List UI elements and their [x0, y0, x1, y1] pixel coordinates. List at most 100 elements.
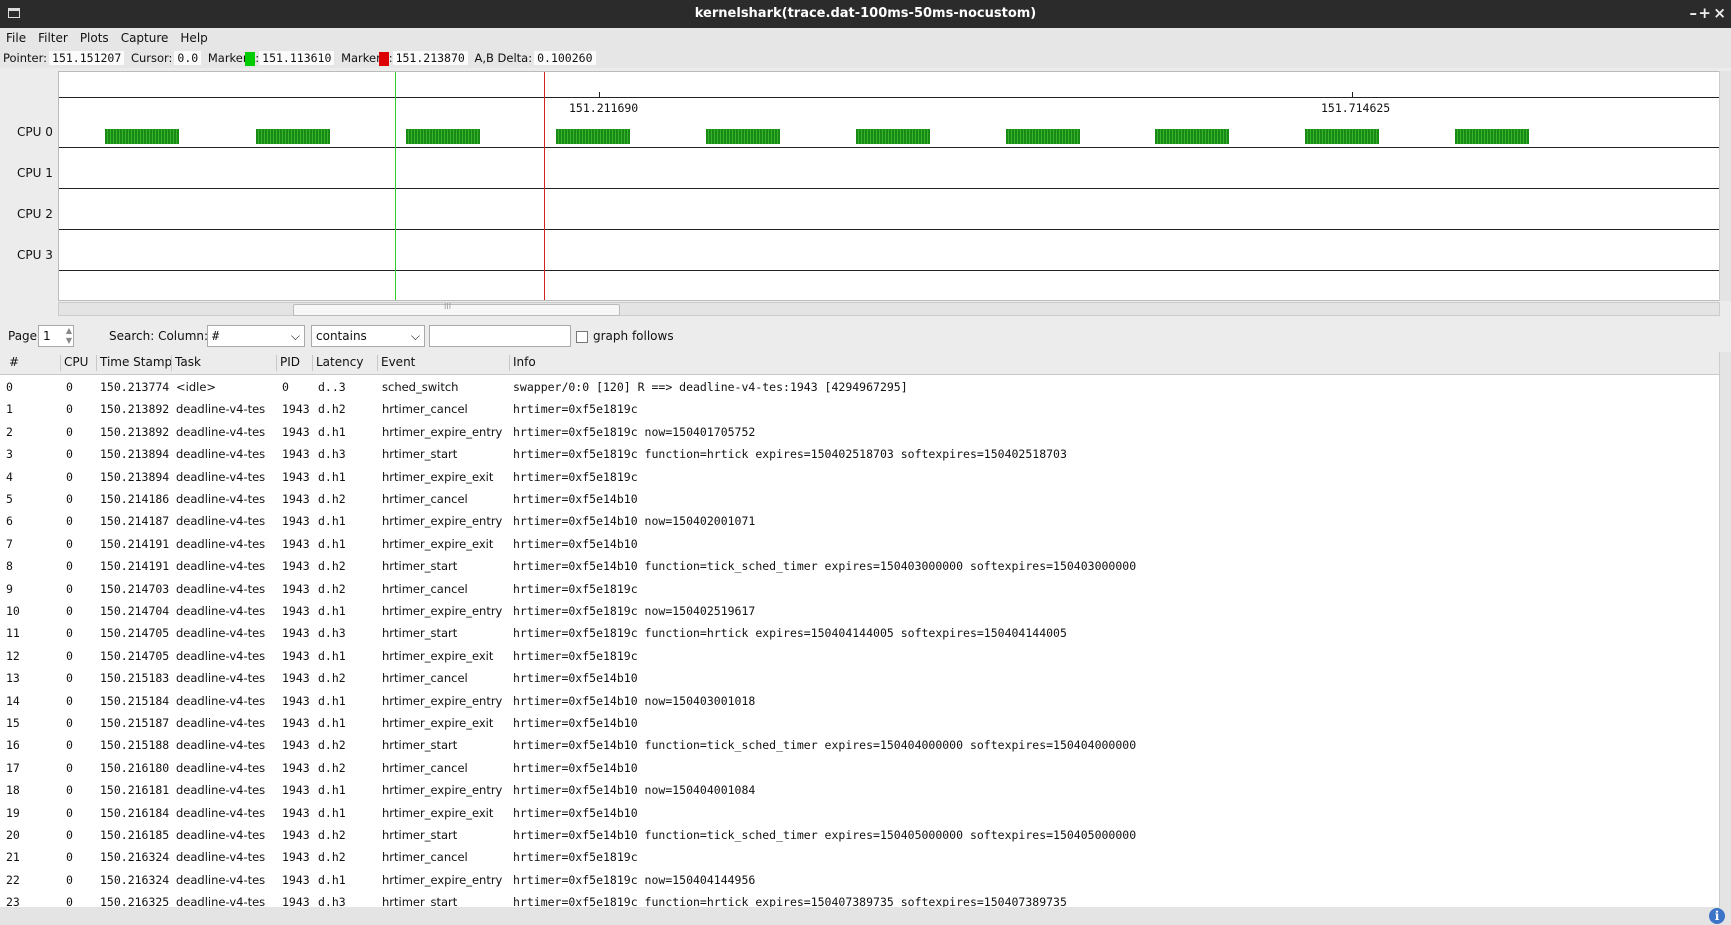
graph-follows-checkbox[interactable] — [576, 331, 588, 343]
pointer-info-bar: Pointer: 151.151207 Cursor: 0.0 MarkerA: 15… — [0, 48, 1731, 68]
spin-arrows-icon[interactable]: ▲ ▼ — [66, 326, 72, 346]
delta-label: A,B Delta: — [474, 51, 533, 65]
col-header-cpu[interactable]: CPU — [60, 355, 88, 371]
table-row[interactable]: 15 0 150.215187 deadline-v4-tes 1943 d.h1 hrti… — [0, 713, 1690, 735]
table-row[interactable]: 11 0 150.214705 deadline-v4-tes 1943 d.h3 hrti… — [0, 623, 1690, 645]
cell-info: hrtimer=0xf5e14b10 function=tick_sched_t… — [513, 828, 1137, 842]
match-mode-select[interactable]: contains ⌵ — [311, 325, 425, 347]
task-burst[interactable] — [856, 129, 930, 144]
task-burst[interactable] — [1006, 129, 1080, 144]
cell-latency: d.h2 — [318, 671, 346, 686]
table-row[interactable]: 16 0 150.215188 deadline-v4-tes 1943 d.h2 hrti… — [0, 735, 1690, 757]
table-row[interactable]: 8 0 150.214191 deadline-v4-tes 1943 d.h2 hrtim… — [0, 556, 1690, 578]
cell-event: hrtimer_start — [382, 626, 458, 641]
col-header-pid[interactable]: PID — [276, 355, 300, 371]
task-burst[interactable] — [1455, 129, 1529, 144]
table-row[interactable]: 17 0 150.216180 deadline-v4-tes 1943 d.h2 hrti… — [0, 758, 1690, 780]
task-burst[interactable] — [256, 129, 330, 144]
task-burst[interactable] — [105, 129, 179, 144]
marker-a-line[interactable] — [395, 72, 396, 300]
menu-filter[interactable]: Filter — [32, 28, 74, 48]
cell-pid: 1943 — [282, 581, 310, 596]
cell-info: hrtimer=0xf5e1819c function=hrtick expir… — [513, 895, 1067, 907]
cell-index: 4 — [6, 469, 13, 484]
cell-cpu: 0 — [66, 895, 73, 907]
graph-vertical-scrollbar[interactable] — [1719, 71, 1731, 301]
page-spinbox[interactable]: 1 ▲ ▼ — [38, 325, 74, 347]
col-header-index[interactable]: # — [6, 355, 19, 371]
cell-cpu: 0 — [66, 671, 73, 686]
info-icon[interactable]: i — [1709, 908, 1725, 924]
table-row[interactable]: 2 0 150.213892 deadline-v4-tes 1943 d.h1 hrtim… — [0, 422, 1690, 444]
cell-timestamp: 150.214703 — [100, 581, 170, 596]
cursor-label: Cursor: — [130, 51, 173, 65]
graph-horizontal-scrollbar[interactable]: III — [58, 302, 1720, 316]
cell-latency: d.h2 — [318, 850, 346, 865]
task-burst[interactable] — [1155, 129, 1229, 144]
cell-pid: 1943 — [282, 850, 310, 865]
task-burst[interactable] — [1305, 129, 1379, 144]
col-header-timestamp[interactable]: Time Stamp — [96, 355, 172, 371]
cell-latency: d.h1 — [318, 469, 346, 484]
cell-cpu: 0 — [66, 536, 73, 551]
cell-info: hrtimer=0xf5e14b10 — [513, 760, 638, 775]
table-vertical-scrollbar[interactable] — [1719, 352, 1731, 907]
minimize-button[interactable]: – — [1690, 4, 1698, 22]
cell-event: hrtimer_cancel — [382, 581, 468, 596]
column-select[interactable]: # ⌵ — [207, 325, 305, 347]
task-burst[interactable] — [406, 129, 480, 144]
close-button[interactable]: × — [1713, 4, 1726, 22]
cell-timestamp: 150.214705 — [100, 626, 170, 641]
table-row[interactable]: 7 0 150.214191 deadline-v4-tes 1943 d.h1 hrtim… — [0, 534, 1690, 556]
table-row[interactable]: 10 0 150.214704 deadline-v4-tes 1943 d.h1 hrti… — [0, 601, 1690, 623]
table-row[interactable]: 22 0 150.216324 deadline-v4-tes 1943 d.h1 hrti… — [0, 870, 1690, 892]
cell-cpu: 0 — [66, 648, 73, 663]
menu-file[interactable]: File — [0, 28, 32, 48]
search-input[interactable] — [429, 325, 571, 347]
match-mode-value: contains — [316, 329, 367, 343]
task-burst[interactable] — [556, 129, 630, 144]
menu-help[interactable]: Help — [174, 28, 213, 48]
table-row[interactable]: 1 0 150.213892 deadline-v4-tes 1943 d.h2 hrtim… — [0, 399, 1690, 421]
cell-latency: d..3 — [318, 380, 346, 394]
cell-cpu: 0 — [66, 738, 73, 753]
cell-timestamp: 150.216324 — [100, 872, 170, 887]
col-header-task[interactable]: Task — [171, 355, 201, 371]
table-row[interactable]: 4 0 150.213894 deadline-v4-tes 1943 d.h1 hrtim… — [0, 467, 1690, 489]
cell-cpu: 0 — [66, 760, 73, 775]
cell-pid: 1943 — [282, 783, 310, 798]
graph-canvas[interactable]: 151.211690 151.714625 — [58, 71, 1720, 301]
table-row[interactable]: 6 0 150.214187 deadline-v4-tes 1943 d.h1 hrtim… — [0, 511, 1690, 533]
table-row[interactable]: 3 0 150.213894 deadline-v4-tes 1943 d.h3 hrtim… — [0, 444, 1690, 466]
table-row[interactable]: 13 0 150.215183 deadline-v4-tes 1943 d.h2 hrti… — [0, 668, 1690, 690]
column-select-value: # — [212, 329, 220, 343]
table-row[interactable]: 23 0 150.216325 deadline-v4-tes 1943 d.h3 hrti… — [0, 892, 1690, 907]
table-row[interactable]: 19 0 150.216184 deadline-v4-tes 1943 d.h1 hrti… — [0, 803, 1690, 825]
table-row[interactable]: 14 0 150.215184 deadline-v4-tes 1943 d.h1 hrti… — [0, 691, 1690, 713]
cell-cpu: 0 — [66, 783, 73, 798]
cell-info: hrtimer=0xf5e14b10 — [513, 671, 638, 686]
col-header-info[interactable]: Info — [509, 355, 536, 371]
marker-b-line[interactable] — [544, 72, 545, 300]
cell-timestamp: 150.214191 — [100, 536, 170, 551]
cell-pid: 1943 — [282, 872, 310, 887]
table-row[interactable]: 20 0 150.216185 deadline-v4-tes 1943 d.h2 hrti… — [0, 825, 1690, 847]
cell-timestamp: 150.213892 — [100, 402, 170, 417]
table-row[interactable]: 5 0 150.214186 deadline-v4-tes 1943 d.h2 hrtim… — [0, 489, 1690, 511]
cell-event: hrtimer_expire_entry — [382, 604, 503, 618]
cell-task: deadline-v4-tes — [176, 738, 266, 753]
task-burst[interactable] — [706, 129, 780, 144]
table-row[interactable]: 0 0 150.213774 <idle> 0 d..3 sched_switch swapp… — [0, 377, 1690, 399]
table-row[interactable]: 12 0 150.214705 deadline-v4-tes 1943 d.h1 hrti… — [0, 646, 1690, 668]
table-row[interactable]: 21 0 150.216324 deadline-v4-tes 1943 d.h2 hrti… — [0, 847, 1690, 869]
menu-plots[interactable]: Plots — [74, 28, 115, 48]
col-header-latency[interactable]: Latency — [312, 355, 363, 371]
maximize-button[interactable]: + — [1698, 4, 1711, 22]
table-row[interactable]: 9 0 150.214703 deadline-v4-tes 1943 d.h2 hrtim… — [0, 579, 1690, 601]
col-header-event[interactable]: Event — [377, 355, 415, 371]
cell-pid: 1943 — [282, 514, 310, 529]
cpu-label: CPU 3 — [17, 248, 53, 262]
table-row[interactable]: 18 0 150.216181 deadline-v4-tes 1943 d.h1 hrti… — [0, 780, 1690, 802]
menu-capture[interactable]: Capture — [115, 28, 175, 48]
scrollbar-thumb[interactable]: III — [293, 302, 620, 316]
